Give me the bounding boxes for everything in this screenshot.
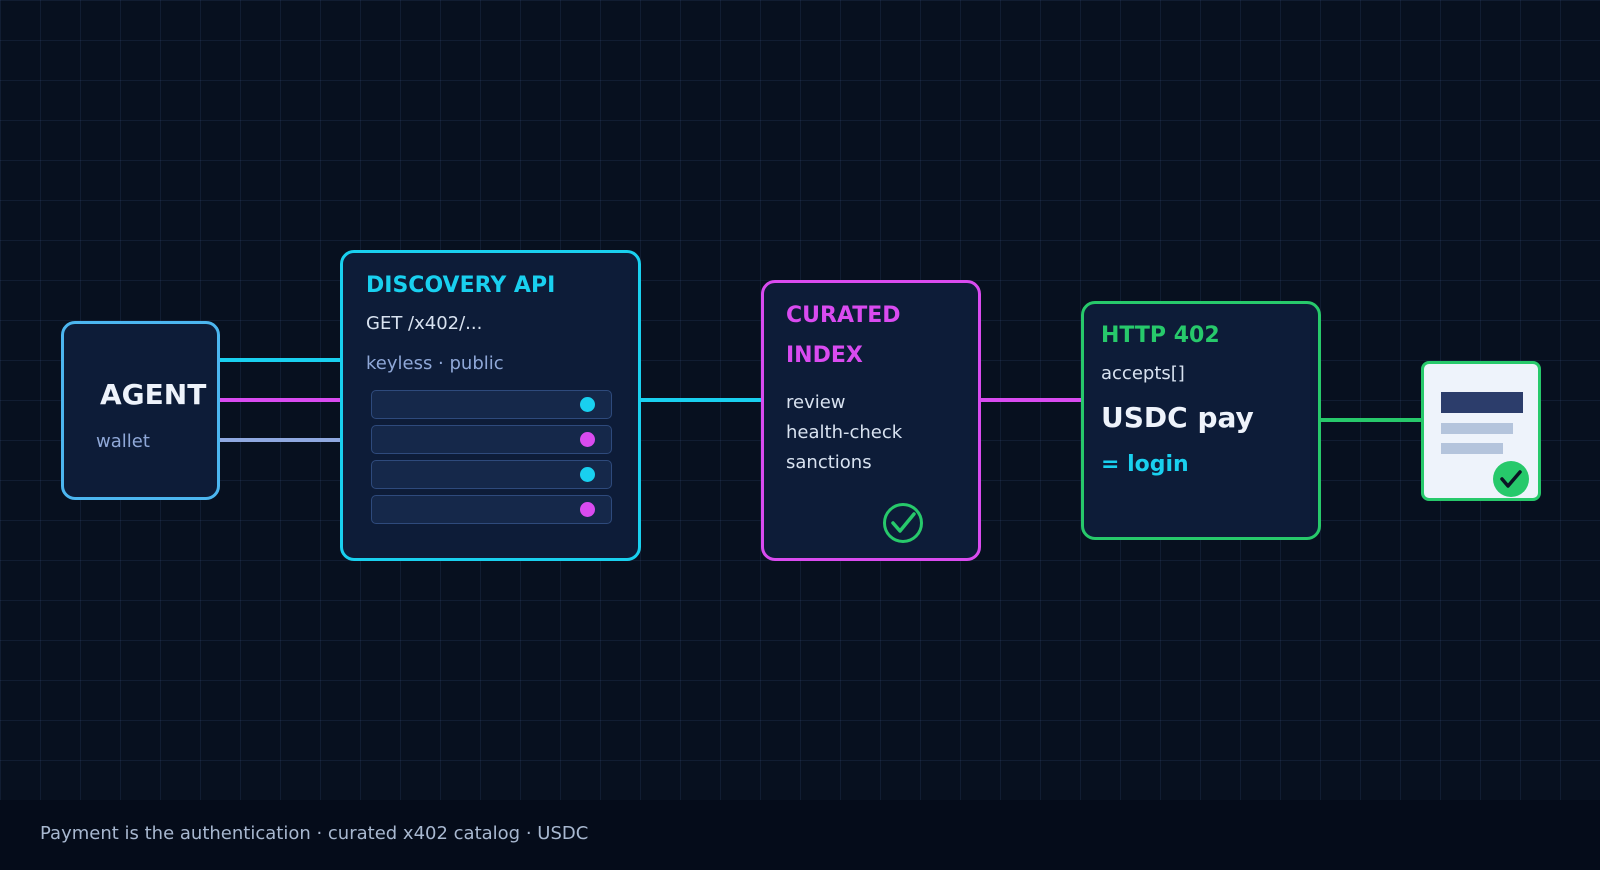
agent-node: AGENT wallet <box>61 321 220 500</box>
document-check-icon <box>1493 461 1529 497</box>
discovery-result-row <box>371 460 612 489</box>
connector-curated-payment <box>979 398 1083 402</box>
agent-subtitle: wallet <box>96 431 150 452</box>
payment-result: = login <box>1101 452 1189 477</box>
status-dot <box>580 502 595 517</box>
connector-agent-discovery-cyan <box>218 358 342 362</box>
status-dot <box>580 467 595 482</box>
discovery-result-row <box>371 390 612 419</box>
discovery-result-row <box>371 425 612 454</box>
curated-index-node: CURATED INDEX review health-check sancti… <box>761 280 981 561</box>
connector-discovery-curated <box>639 398 763 402</box>
document-line <box>1441 423 1513 434</box>
curated-check-health: health-check <box>786 422 903 443</box>
connector-agent-discovery-magenta <box>218 398 342 402</box>
document-node <box>1421 361 1541 501</box>
discovery-endpoint: GET /x402/... <box>366 313 483 334</box>
discovery-api-node: DISCOVERY API GET /x402/... keyless · pu… <box>340 250 641 561</box>
curated-title-line2: INDEX <box>786 343 863 368</box>
status-dot <box>580 397 595 412</box>
discovery-access: keyless · public <box>366 353 504 374</box>
footer-caption: Payment is the authentication · curated … <box>40 823 589 844</box>
connector-agent-discovery-lavender <box>218 438 342 442</box>
payment-main: USDC pay <box>1101 401 1254 434</box>
status-dot <box>580 432 595 447</box>
curated-check-sanctions: sanctions <box>786 452 872 473</box>
http-402-node: HTTP 402 accepts[] USDC pay = login <box>1081 301 1321 540</box>
connector-payment-document <box>1319 418 1423 422</box>
document-line <box>1441 443 1503 454</box>
discovery-result-row <box>371 495 612 524</box>
curated-check-review: review <box>786 392 846 413</box>
check-circle-icon <box>883 503 923 543</box>
curated-title-line1: CURATED <box>786 303 901 328</box>
payment-field: accepts[] <box>1101 363 1185 384</box>
document-header-bar <box>1441 392 1523 413</box>
agent-title: AGENT <box>100 378 207 411</box>
payment-title: HTTP 402 <box>1101 323 1220 348</box>
discovery-title: DISCOVERY API <box>366 273 556 298</box>
